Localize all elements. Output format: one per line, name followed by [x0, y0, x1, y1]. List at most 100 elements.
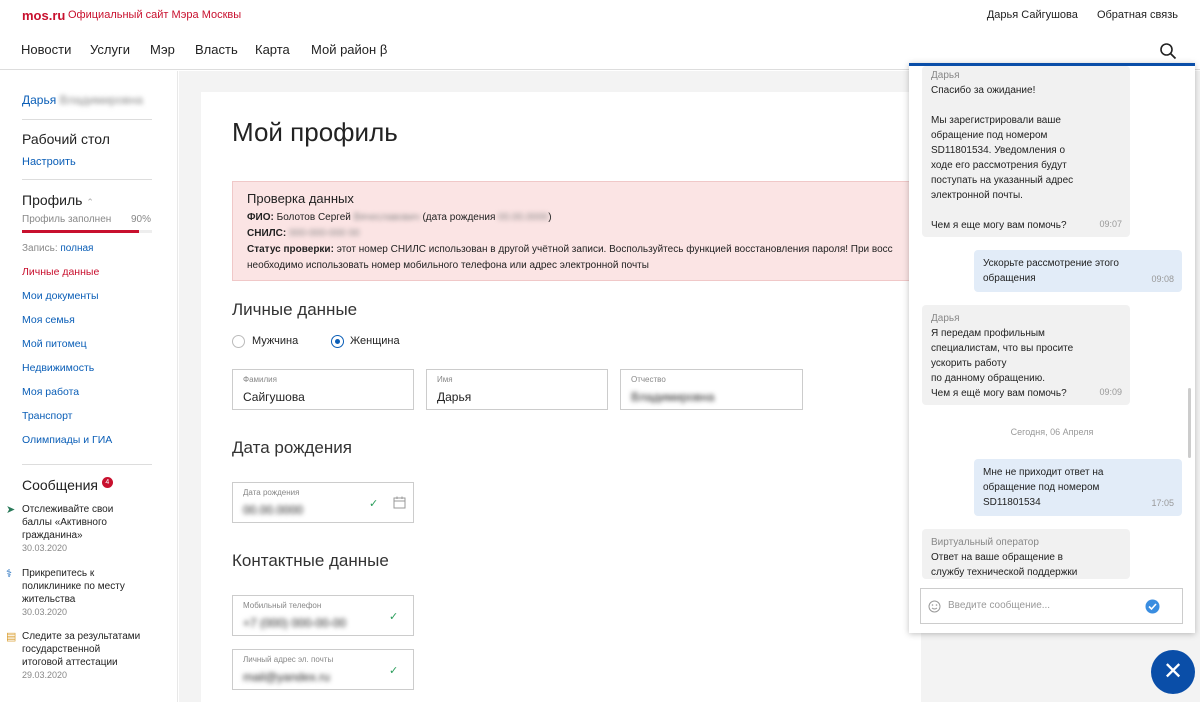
alert-fio: ФИО: Болотов Сергей Вячеславович (дата р… [247, 212, 552, 223]
profile-filled-label: Профиль заполнен [22, 214, 112, 225]
patronymic-label: Отчество [631, 375, 666, 384]
email-label: Личный адрес эл. почты [243, 655, 334, 664]
check-icon: ✓ [389, 665, 399, 677]
nav-my-district[interactable]: Мой район β [311, 42, 387, 57]
chat-line: службу технической поддержки [931, 567, 1078, 578]
sidebar-link-work[interactable]: Моя работа [22, 386, 79, 398]
site-title[interactable]: Официальный сайт Мэра Москвы [68, 9, 241, 21]
send-icon[interactable] [1145, 599, 1160, 614]
chat-line: обращение под номером [931, 130, 1048, 141]
chat-line: Я передам профильным [931, 328, 1045, 339]
nav-services[interactable]: Услуги [90, 42, 130, 57]
name-field[interactable]: Имя Дарья [426, 369, 608, 410]
chat-line: ходе его рассмотрения будут [931, 160, 1067, 171]
alert-title: Проверка данных [247, 191, 354, 206]
alert-status-line2: необходимо использовать номер мобильного… [247, 260, 649, 271]
chat-line: ускорить работу [931, 358, 1007, 369]
birth-date-value: 00.00.0000 [243, 503, 304, 517]
chat-time: 17:05 [1151, 498, 1174, 508]
message-item[interactable]: Следите за результатами государственной … [22, 630, 142, 682]
chat-time: 09:07 [1099, 219, 1122, 229]
sidebar-link-pet[interactable]: Мой питомец [22, 338, 87, 350]
profile-progress-bar [22, 230, 152, 233]
contacts-title: Контактные данные [232, 551, 389, 570]
check-icon: ✓ [389, 611, 399, 623]
chat-line: поступать на указанный адрес [931, 175, 1074, 186]
name-label: Имя [437, 375, 453, 384]
document-icon: ▤ [6, 631, 17, 643]
profile-progress-fill [22, 230, 139, 233]
close-icon[interactable]: ✕ [1151, 650, 1195, 694]
top-bar: mos.ru Официальный сайт Мэра Москвы Дарь… [0, 0, 1200, 30]
chat-date-separator: Сегодня, 06 Апреля [1010, 427, 1094, 437]
data-check-alert: Проверка данных ФИО: Болотов Сергей Вяче… [232, 181, 921, 281]
check-icon: ✓ [369, 498, 379, 510]
birth-date-title: Дата рождения [232, 438, 352, 457]
patronymic-field[interactable]: Отчество Владимировна [620, 369, 803, 410]
sidebar-link-transport[interactable]: Транспорт [22, 410, 73, 422]
chat-line: обращение под номером [983, 482, 1100, 493]
divider [22, 119, 152, 120]
chat-line: специалистам, что вы просите [931, 343, 1074, 354]
mos-logo[interactable]: mos.ru [22, 8, 65, 23]
sidebar-user-name[interactable]: Дарья Владимировна [22, 93, 143, 107]
message-item[interactable]: Прикрепитесь к поликлинике по месту жите… [22, 567, 142, 619]
feedback-link[interactable]: Обратная связь [1097, 9, 1178, 21]
arrow-icon: ➤ [6, 504, 16, 516]
chat-message-user: Мне не приходит ответ на обращение под н… [974, 459, 1182, 516]
chat-time: 09:08 [1151, 274, 1174, 284]
top-links: Дарья Сайгушова Обратная связь [971, 9, 1178, 21]
chat-scrollbar[interactable] [1188, 388, 1191, 458]
chat-message-operator: Дарья Спасибо за ожидание! Мы зарегистри… [922, 66, 1130, 237]
nav-map[interactable]: Карта [255, 42, 290, 57]
chat-sender: Виртуальный оператор [931, 537, 1039, 548]
chat-line: Мы зарегистрировали ваше [931, 115, 1061, 126]
chat-line: Ускорьте рассмотрение этого [983, 258, 1119, 269]
nav-mayor[interactable]: Мэр [150, 42, 175, 57]
profile-title[interactable]: Профиль ⌃ [22, 192, 94, 208]
support-chat-panel: Дарья Спасибо за ожидание! Мы зарегистри… [909, 63, 1195, 633]
chat-input-placeholder: Введите сообщение... [948, 600, 1051, 611]
chat-message-operator: Дарья Я передам профильным специалистам,… [922, 305, 1130, 405]
messages-badge: 4 [101, 477, 113, 488]
smile-icon[interactable] [928, 600, 941, 613]
chat-line: обращения [983, 273, 1036, 284]
chat-message-operator: Виртуальный оператор Ответ на ваше обращ… [922, 529, 1130, 579]
calendar-icon[interactable] [393, 496, 406, 509]
user-name-link[interactable]: Дарья Сайгушова [987, 9, 1078, 21]
chat-line: SD11801534. Уведомления о [931, 145, 1066, 156]
phone-label: Мобильный телефон [243, 601, 322, 610]
desk-title: Рабочий стол [22, 131, 110, 147]
gender-female-radio[interactable] [331, 335, 344, 348]
birth-date-field[interactable]: Дата рождения 00.00.0000 ✓ [232, 482, 414, 523]
messages-title[interactable]: Сообщения 4 [22, 477, 113, 493]
sidebar-link-personal[interactable]: Личные данные [22, 266, 99, 278]
sidebar-link-realty[interactable]: Недвижимость [22, 362, 94, 374]
personal-data-title: Личные данные [232, 300, 358, 319]
surname-label: Фамилия [243, 375, 277, 384]
nav-news[interactable]: Новости [21, 42, 71, 57]
email-field[interactable]: Личный адрес эл. почты mail@yandex.ru ✓ [232, 649, 414, 690]
sidebar-link-family[interactable]: Моя семья [22, 314, 75, 326]
chat-line: Ответ на ваше обращение в [931, 552, 1063, 563]
alert-status: Статус проверки: этот номер СНИЛС исполь… [247, 244, 893, 255]
chat-line: Спасибо за ожидание! [931, 85, 1036, 96]
chevron-up-icon: ⌃ [86, 197, 94, 207]
record-status: Запись: полная [22, 243, 94, 254]
search-icon[interactable] [1159, 42, 1177, 60]
phone-field[interactable]: Мобильный телефон +7 (000) 000-00-00 ✓ [232, 595, 414, 636]
chat-input[interactable]: Введите сообщение... [920, 588, 1183, 624]
chat-time: 09:09 [1099, 387, 1122, 397]
sidebar-link-olympiads[interactable]: Олимпиады и ГИА [22, 434, 112, 446]
chat-sender: Дарья [931, 313, 960, 324]
desk-configure-link[interactable]: Настроить [22, 156, 76, 168]
message-item[interactable]: Отслеживайте свои баллы «Активного гражд… [22, 503, 142, 555]
sidebar-link-documents[interactable]: Мои документы [22, 290, 99, 302]
gender-male-radio[interactable] [232, 335, 245, 348]
sidebar: Дарья Владимировна Рабочий стол Настроит… [0, 71, 178, 702]
birth-date-label: Дата рождения [243, 488, 300, 497]
surname-field[interactable]: Фамилия Сайгушова [232, 369, 414, 410]
nav-government[interactable]: Власть [195, 42, 238, 57]
hospital-icon: ⚕ [6, 568, 12, 580]
chat-message-user: Ускорьте рассмотрение этого обращения 09… [974, 250, 1182, 292]
